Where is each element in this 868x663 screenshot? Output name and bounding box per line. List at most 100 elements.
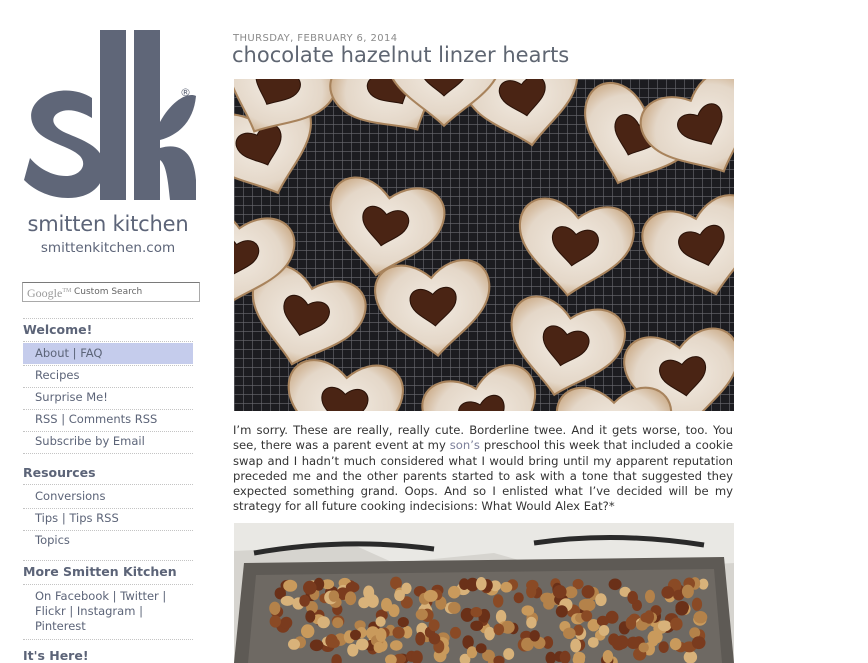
hazelnut — [356, 638, 369, 650]
hazelnut — [415, 632, 425, 646]
hazelnut — [346, 582, 360, 593]
tips-rss-link[interactable]: Tips RSS — [69, 511, 118, 525]
hazelnut — [471, 607, 483, 617]
hazelnut — [603, 650, 613, 663]
hazelnut — [299, 595, 310, 607]
hazelnut — [381, 598, 392, 612]
separator: | — [159, 589, 167, 603]
sidebar-item-about-faq: About | FAQ — [23, 343, 193, 364]
divider — [23, 639, 193, 640]
sidebar-item-topics[interactable]: Topics — [23, 530, 193, 551]
hazelnut — [692, 598, 702, 611]
about-link[interactable]: About — [35, 346, 69, 360]
hazelnut — [305, 610, 315, 622]
hazelnut — [429, 619, 440, 631]
son-link[interactable]: son’s — [450, 438, 480, 452]
twitter-link[interactable]: Twitter — [120, 589, 159, 603]
hazelnut — [570, 639, 581, 653]
hazelnut — [350, 630, 361, 640]
sidebar-item-subscribe[interactable]: Subscribe by Email — [23, 431, 193, 452]
hazelnut — [448, 586, 460, 599]
sidebar-item-conversions[interactable]: Conversions — [23, 486, 193, 507]
hazelnut — [393, 627, 405, 639]
hazelnut — [503, 648, 514, 660]
hazelnut — [416, 609, 428, 620]
surprise-me-link[interactable]: Surprise Me! — [35, 390, 108, 404]
hazelnut — [283, 580, 297, 592]
google-tm: TM — [62, 288, 71, 294]
hazelnut — [595, 593, 606, 606]
hazelnut — [684, 651, 697, 663]
cookies-image — [234, 79, 734, 411]
hazelnut — [597, 616, 609, 626]
faq-link[interactable]: FAQ — [80, 346, 102, 360]
cookies-photo[interactable] — [234, 79, 734, 411]
hazelnut — [459, 578, 469, 590]
hazelnut — [645, 590, 655, 603]
hazelnut — [401, 583, 411, 594]
hazelnut — [374, 642, 385, 653]
comments-rss-link[interactable]: Comments RSS — [69, 412, 158, 426]
its-here-heading: It's Here! — [23, 648, 89, 663]
hazelnut — [670, 638, 682, 650]
hazelnut — [526, 617, 536, 629]
sidebar-item-surprise-me[interactable]: Surprise Me! — [23, 387, 193, 408]
resources-heading: Resources — [23, 465, 96, 480]
hazelnut — [611, 636, 621, 649]
brand-url[interactable]: smittenkitchen.com — [0, 240, 216, 256]
hazelnut — [579, 599, 593, 611]
pinterest-link[interactable]: Pinterest — [35, 619, 86, 633]
separator: | — [58, 511, 69, 525]
hazelnut — [692, 636, 706, 649]
hazelnut — [627, 637, 640, 649]
separator: | — [58, 412, 69, 426]
hazelnut — [476, 643, 487, 653]
hazelnut — [328, 638, 339, 648]
separator: | — [66, 604, 77, 618]
hazelnut — [609, 579, 622, 591]
separator: | — [109, 589, 120, 603]
hazelnut — [281, 596, 295, 606]
hazelnut — [288, 639, 300, 650]
hazelnut — [329, 590, 339, 602]
hazelnut — [494, 624, 505, 636]
facebook-link[interactable]: On Facebook — [35, 589, 109, 603]
post-title[interactable]: chocolate hazelnut linzer hearts — [232, 43, 569, 67]
subscribe-email-link[interactable]: Subscribe by Email — [35, 434, 145, 448]
search-input[interactable] — [74, 284, 196, 300]
hazelnut — [661, 586, 674, 599]
tips-link[interactable]: Tips — [35, 511, 58, 525]
flickr-link[interactable]: Flickr — [35, 604, 66, 618]
hazelnut — [310, 640, 324, 652]
sidebar-item-recipes[interactable]: Recipes — [23, 365, 193, 386]
hazelnut — [658, 620, 671, 631]
conversions-link[interactable]: Conversions — [35, 489, 105, 503]
hazelnut — [682, 585, 694, 599]
google-logo: GoogleTM — [27, 286, 71, 301]
instagram-link[interactable]: Instagram — [77, 604, 136, 618]
brand-name[interactable]: smitten kitchen — [0, 212, 216, 236]
hazelnut — [450, 627, 461, 639]
hazelnut — [627, 591, 638, 604]
hazelnut — [582, 585, 595, 598]
topics-link[interactable]: Topics — [35, 533, 70, 547]
hazelnut — [648, 631, 661, 645]
hazelnut — [390, 577, 402, 590]
hazelnut — [659, 641, 669, 653]
hazelnut — [639, 643, 649, 653]
recipes-link[interactable]: Recipes — [35, 368, 79, 382]
hazelnut — [563, 628, 576, 639]
divider — [23, 341, 193, 342]
hazelnut — [588, 637, 599, 648]
smitten-kitchen-logo[interactable]: ® — [22, 30, 196, 206]
hazelnut — [526, 585, 536, 598]
search-box[interactable]: GoogleTM — [22, 282, 200, 302]
hazelnut — [670, 618, 682, 631]
divider — [23, 318, 193, 319]
hazelnuts-photo[interactable] — [234, 523, 734, 663]
hazelnut — [573, 652, 585, 662]
hazelnut — [467, 646, 477, 658]
post-body: I’m sorry. These are really, really cute… — [233, 423, 733, 515]
hazelnut — [376, 628, 387, 642]
rss-link[interactable]: RSS — [35, 412, 58, 426]
